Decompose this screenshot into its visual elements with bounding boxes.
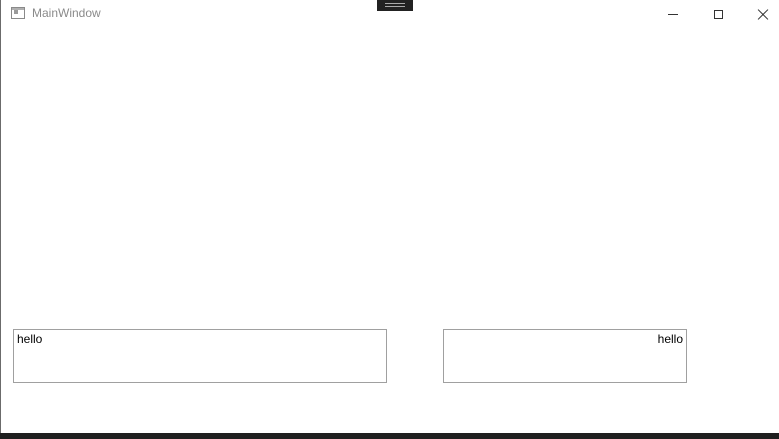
title-bar[interactable]: MainWindow	[1, 0, 779, 28]
maximize-button[interactable]	[695, 0, 741, 28]
taskbar-edge	[0, 433, 779, 439]
minimize-button[interactable]	[650, 0, 696, 28]
close-icon	[757, 8, 769, 20]
left-textbox[interactable]: hello	[13, 329, 387, 383]
close-button[interactable]	[740, 0, 779, 28]
debug-toolbar-handle-icon[interactable]	[377, 0, 413, 11]
main-window: MainWindow hello hello	[0, 0, 779, 433]
maximize-icon	[713, 9, 723, 19]
window-title: MainWindow	[32, 6, 101, 20]
right-textbox[interactable]: hello	[443, 329, 687, 383]
app-window-icon[interactable]	[11, 7, 25, 19]
minimize-icon	[668, 13, 678, 15]
